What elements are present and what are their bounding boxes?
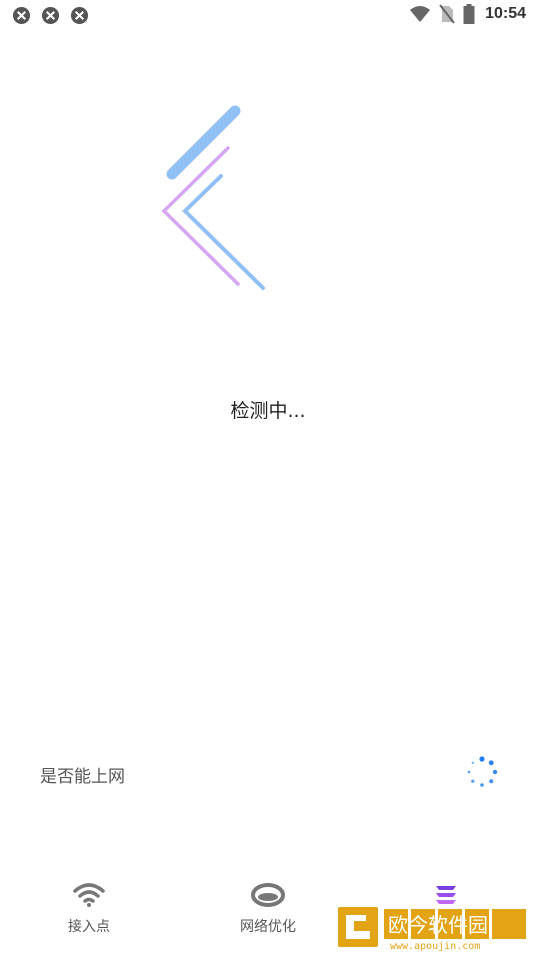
app-notification-icon bbox=[70, 6, 89, 25]
clock: 10:54 bbox=[485, 5, 526, 22]
no-sim-icon bbox=[439, 4, 455, 24]
loading-spinner-icon bbox=[467, 756, 498, 787]
battery-icon bbox=[463, 4, 475, 24]
internet-check-row: 是否能上网 bbox=[0, 748, 536, 798]
system-icons: 10:54 bbox=[409, 4, 526, 24]
wifi-signal-icon bbox=[410, 6, 431, 22]
app-screen: 10:54 检测中... 是否能上网 接入点 网络优化 欧今软件园 www.ap… bbox=[0, 0, 536, 954]
watermark-brand: 欧今软件园 bbox=[388, 913, 488, 937]
nav-item-access-point[interactable]: 接入点 bbox=[24, 878, 154, 948]
nav-label-network-optimize: 网络优化 bbox=[240, 919, 296, 935]
status-bar: 10:54 bbox=[0, 0, 536, 30]
nav-item-network-optimize[interactable]: 网络优化 bbox=[203, 878, 333, 948]
app-logo-icon bbox=[161, 105, 265, 290]
nav-label-access-point: 接入点 bbox=[68, 919, 110, 935]
notification-icons bbox=[12, 6, 89, 25]
internet-check-label: 是否能上网 bbox=[40, 767, 125, 787]
watermark-url: www.apoujin.com bbox=[390, 941, 480, 952]
network-ring-icon bbox=[251, 883, 285, 907]
wifi-icon bbox=[73, 883, 105, 907]
watermark-logo: 欧今软件园 www.apoujin.com bbox=[338, 907, 526, 952]
detecting-status-text: 检测中... bbox=[230, 400, 306, 422]
app-notification-icon bbox=[41, 6, 60, 25]
app-notification-icon bbox=[12, 6, 31, 25]
